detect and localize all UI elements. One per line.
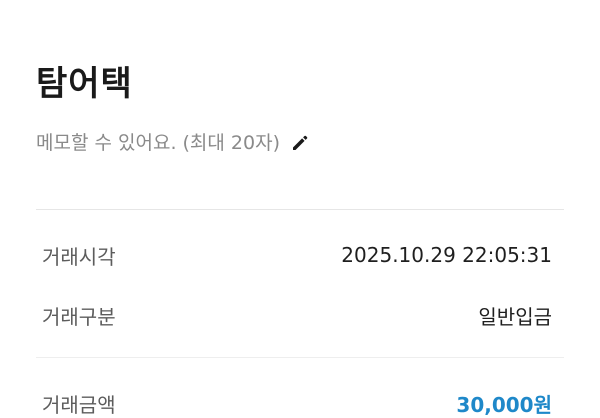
memo-edit-row[interactable]: 메모할 수 있어요. (최대 20자) [36,128,310,158]
amount-label: 거래금액 [42,392,116,417]
memo-placeholder: 메모할 수 있어요. (최대 20자) [36,132,281,154]
detail-row-time: 거래시각 2025.10.29 22:05:31 [42,238,552,272]
type-value: 일반입금 [478,304,552,329]
divider [36,357,564,358]
time-value: 2025.10.29 22:05:31 [341,243,552,267]
detail-row-amount: 거래금액 30,000원 [42,386,552,418]
amount-value: 30,000원 [456,392,552,417]
transaction-detail-page: 탐어택 메모할 수 있어요. (최대 20자) 거래시각 2025.10.29 … [0,0,600,418]
detail-row-type: 거래구분 일반입금 [42,298,552,332]
type-label: 거래구분 [42,304,116,329]
time-label: 거래시각 [42,244,116,269]
divider [36,209,564,210]
pencil-icon[interactable] [290,133,310,153]
page-title: 탐어택 [36,64,133,104]
